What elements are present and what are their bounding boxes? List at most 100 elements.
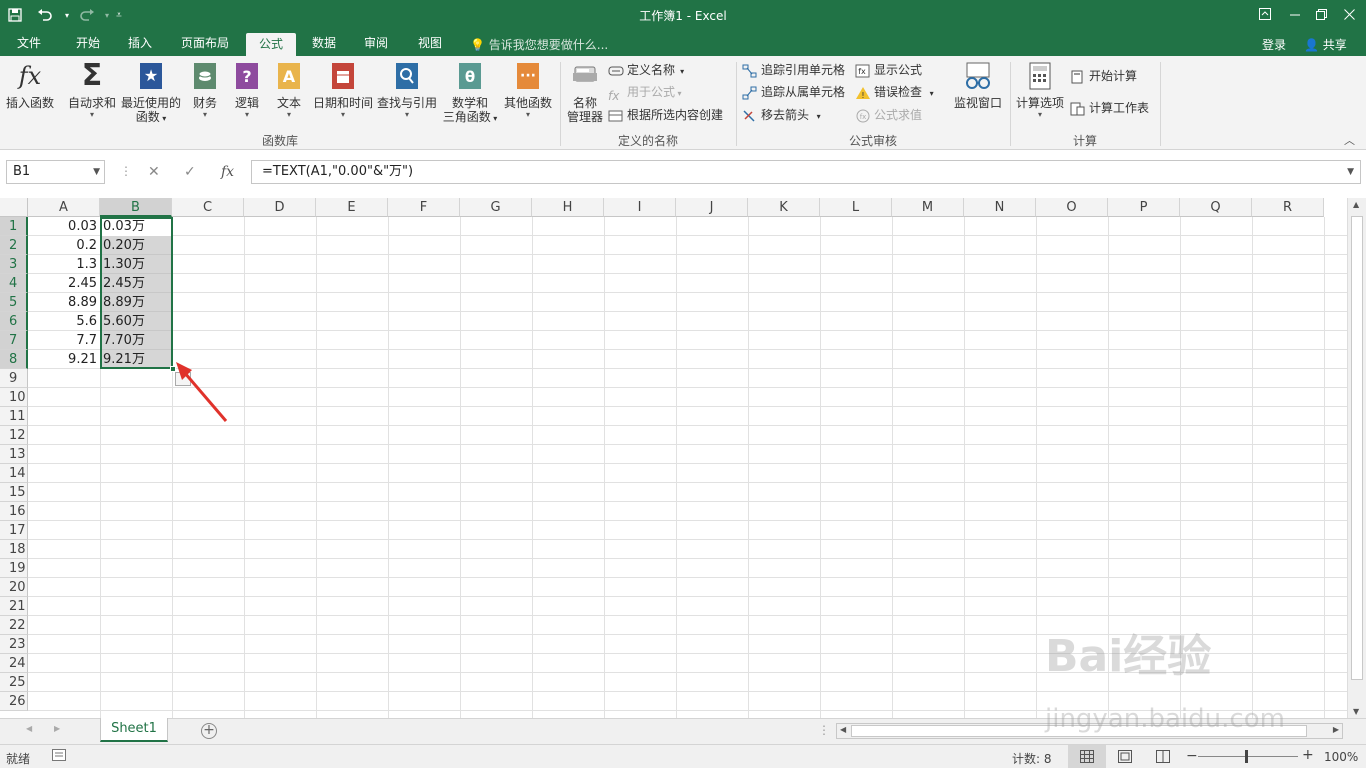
watch-window-button[interactable]: 监视窗口 (950, 60, 1006, 110)
row-header-26[interactable]: 26 (0, 692, 28, 711)
autosum-button[interactable]: Σ 自动求和 ▾ (66, 60, 118, 120)
cell-b5[interactable]: 8.89万 (101, 293, 172, 312)
show-formulas-button[interactable]: fx 显示公式 (855, 60, 922, 80)
row-header-10[interactable]: 10 (0, 388, 28, 407)
trace-dependents-button[interactable]: 追踪从属单元格 (742, 82, 845, 102)
name-box[interactable]: B1 ▼ (6, 160, 105, 184)
cell-b7[interactable]: 7.70万 (101, 331, 172, 350)
column-header-f[interactable]: F (388, 198, 460, 217)
cell-a5[interactable]: 8.89 (28, 293, 100, 312)
text-button[interactable]: A 文本 ▾ (270, 60, 308, 120)
ribbon-display-options-icon[interactable] (1252, 3, 1278, 25)
cell-b6[interactable]: 5.60万 (101, 312, 172, 331)
column-header-m[interactable]: M (892, 198, 964, 217)
scroll-up-icon[interactable]: ▲ (1353, 200, 1359, 209)
row-header-5[interactable]: 5 (0, 293, 28, 312)
next-sheet-icon[interactable]: ▶ (54, 724, 60, 733)
row-header-9[interactable]: 9 (0, 369, 28, 388)
cell-a8[interactable]: 9.21 (28, 350, 100, 369)
insert-function-icon[interactable]: fx (221, 164, 234, 180)
column-header-r[interactable]: R (1252, 198, 1324, 217)
row-header-1[interactable]: 1 (0, 217, 28, 236)
column-header-a[interactable]: A (28, 198, 100, 217)
row-header-16[interactable]: 16 (0, 502, 28, 521)
column-header-i[interactable]: I (604, 198, 676, 217)
column-header-h[interactable]: H (532, 198, 604, 217)
row-header-8[interactable]: 8 (0, 350, 28, 369)
row-header-15[interactable]: 15 (0, 483, 28, 502)
tab-home[interactable]: 开始 (66, 34, 110, 56)
cell-b4[interactable]: 2.45万 (101, 274, 172, 293)
row-header-3[interactable]: 3 (0, 255, 28, 274)
trace-precedents-button[interactable]: 追踪引用单元格 (742, 60, 845, 80)
page-break-view-icon[interactable] (1156, 750, 1170, 766)
tell-me-box[interactable]: 💡 告诉我您想要做什么... (470, 36, 608, 53)
tab-data[interactable]: 数据 (302, 34, 346, 56)
row-header-4[interactable]: 4 (0, 274, 28, 293)
row-header-20[interactable]: 20 (0, 578, 28, 597)
cell-a2[interactable]: 0.2 (28, 236, 100, 255)
column-header-j[interactable]: J (676, 198, 748, 217)
tab-split-grip-icon[interactable]: ⋮ (818, 723, 830, 737)
calculation-options-button[interactable]: 计算选项 ▾ (1014, 60, 1066, 120)
remove-arrows-button[interactable]: 移去箭头 ▾ (742, 105, 821, 125)
define-name-button[interactable]: 定义名称 ▾ (608, 60, 684, 80)
vertical-scroll-thumb[interactable] (1351, 216, 1363, 680)
financial-button[interactable]: 财务 ▾ (186, 60, 224, 120)
row-header-21[interactable]: 21 (0, 597, 28, 616)
zoom-level[interactable]: 100% (1324, 750, 1358, 764)
column-header-k[interactable]: K (748, 198, 820, 217)
row-header-24[interactable]: 24 (0, 654, 28, 673)
row-header-2[interactable]: 2 (0, 236, 28, 255)
row-header-6[interactable]: 6 (0, 312, 28, 331)
zoom-out-icon[interactable]: − (1186, 748, 1198, 764)
row-header-25[interactable]: 25 (0, 673, 28, 692)
column-header-b[interactable]: B (100, 198, 172, 217)
page-layout-view-icon[interactable] (1118, 750, 1132, 766)
normal-view-button[interactable] (1068, 745, 1106, 768)
vertical-scrollbar[interactable]: ▲ ▼ (1347, 198, 1366, 718)
cell-a3[interactable]: 1.3 (28, 255, 100, 274)
row-header-7[interactable]: 7 (0, 331, 28, 350)
row-header-14[interactable]: 14 (0, 464, 28, 483)
chevron-down-icon[interactable]: ▼ (93, 161, 100, 183)
sheet-tab-sheet1[interactable]: Sheet1 (100, 718, 168, 742)
cancel-icon[interactable]: ✕ (148, 164, 160, 180)
select-all-corner[interactable] (0, 198, 28, 217)
tab-insert[interactable]: 插入 (118, 34, 162, 56)
column-header-q[interactable]: Q (1180, 198, 1252, 217)
insert-function-button[interactable]: fx 插入函数 (4, 60, 56, 110)
scroll-down-icon[interactable]: ▼ (1353, 707, 1359, 716)
error-checking-button[interactable]: ! 错误检查 ▾ (855, 82, 934, 102)
tab-file[interactable]: 文件 (8, 34, 50, 56)
name-manager-button[interactable]: 名称 管理器 (564, 60, 606, 124)
row-header-18[interactable]: 18 (0, 540, 28, 559)
lookup-reference-button[interactable]: 查找与引用 ▾ (376, 60, 438, 120)
prev-sheet-icon[interactable]: ◀ (26, 724, 32, 733)
cell-a7[interactable]: 7.7 (28, 331, 100, 350)
date-time-button[interactable]: 日期和时间 ▾ (310, 60, 376, 120)
enter-icon[interactable]: ✓ (184, 164, 196, 180)
row-header-23[interactable]: 23 (0, 635, 28, 654)
column-header-l[interactable]: L (820, 198, 892, 217)
cell-b8[interactable]: 9.21万 (101, 350, 172, 369)
share-button[interactable]: 👤 共享 (1304, 36, 1347, 53)
tab-view[interactable]: 视图 (408, 34, 452, 56)
row-header-19[interactable]: 19 (0, 559, 28, 578)
column-header-o[interactable]: O (1036, 198, 1108, 217)
scroll-right-icon[interactable]: ▶ (1333, 725, 1339, 734)
macro-record-icon[interactable] (52, 749, 66, 764)
add-sheet-icon[interactable]: + (201, 723, 217, 739)
calculate-now-button[interactable]: 开始计算 (1070, 66, 1137, 86)
close-icon[interactable] (1336, 3, 1362, 25)
cell-b2[interactable]: 0.20万 (101, 236, 172, 255)
logical-button[interactable]: ? 逻辑 ▾ (228, 60, 266, 120)
tab-page-layout[interactable]: 页面布局 (172, 34, 238, 56)
row-header-13[interactable]: 13 (0, 445, 28, 464)
zoom-slider-thumb[interactable] (1245, 750, 1248, 763)
scroll-left-icon[interactable]: ◀ (840, 725, 846, 734)
login-link[interactable]: 登录 (1262, 36, 1286, 53)
zoom-in-icon[interactable]: + (1302, 747, 1314, 763)
cell-a1[interactable]: 0.03 (28, 217, 100, 236)
calculate-sheet-button[interactable]: 计算工作表 (1070, 98, 1149, 118)
